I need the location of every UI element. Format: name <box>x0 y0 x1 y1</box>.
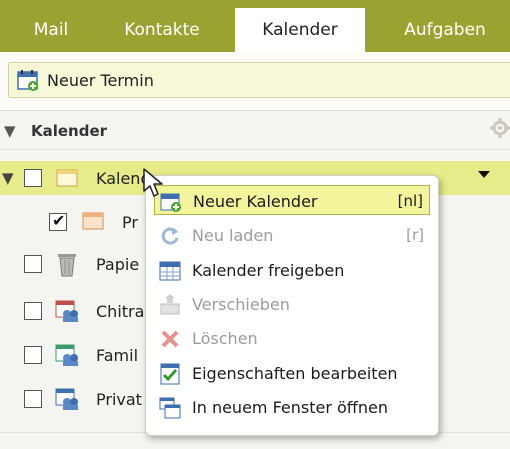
menu-item-label: Verschieben <box>192 295 290 314</box>
menu-item-label: Löschen <box>192 329 258 348</box>
shared-calendar-icon <box>55 299 79 327</box>
context-menu: Neuer Kalender [nl] Neu laden [r] Kalend… <box>145 175 439 436</box>
calendar-checkbox[interactable] <box>24 169 42 187</box>
collapse-triangle-icon[interactable]: ▼ <box>4 122 16 140</box>
calendar-checkbox[interactable] <box>24 390 42 408</box>
calendar-label: Pr <box>122 213 138 232</box>
dropdown-caret-icon[interactable] <box>478 171 490 178</box>
shared-calendar-icon <box>55 343 79 371</box>
tab-aufgaben[interactable]: Aufgaben <box>380 8 510 52</box>
gear-icon[interactable] <box>490 118 510 138</box>
menu-item-move[interactable]: Verschieben <box>154 289 430 319</box>
menu-item-label: Kalender freigeben <box>192 261 345 280</box>
new-event-button[interactable]: Neuer Termin <box>8 62 510 98</box>
share-calendar-icon <box>159 260 181 282</box>
tab-mail[interactable]: Mail <box>18 8 84 52</box>
move-icon <box>159 294 181 316</box>
new-event-label: Neuer Termin <box>47 71 154 90</box>
menu-item-share-calendar[interactable]: Kalender freigeben <box>154 255 430 285</box>
calendar-folder-icon <box>56 168 78 192</box>
delete-icon <box>159 328 181 350</box>
toolbar: Neuer Termin <box>0 52 510 111</box>
tab-kontakte[interactable]: Kontakte <box>104 8 220 52</box>
shared-calendar-icon <box>55 387 79 415</box>
checkmark-icon: ✔ <box>52 211 66 230</box>
trash-icon <box>55 251 79 281</box>
calendar-label: Privat <box>96 390 142 409</box>
calendar-checkbox[interactable] <box>24 302 42 320</box>
new-window-icon <box>159 397 181 419</box>
menu-item-properties[interactable]: Eigenschaften bearbeiten <box>154 358 430 388</box>
menu-item-label: Eigenschaften bearbeiten <box>192 364 398 383</box>
calendar-checkbox[interactable] <box>24 346 42 364</box>
calendar-checkbox[interactable]: ✔ <box>49 211 67 231</box>
menu-item-label: In neuem Fenster öffnen <box>192 398 388 417</box>
mouse-cursor-icon <box>143 168 165 202</box>
tab-kalender[interactable]: Kalender <box>235 8 365 52</box>
calendar-label: Chitra <box>96 302 145 321</box>
menu-item-label: Neuer Kalender <box>193 192 318 211</box>
menu-item-reload[interactable]: Neu laden [r] <box>154 220 430 250</box>
reload-icon <box>159 225 181 247</box>
calendar-checkbox[interactable] <box>24 255 42 273</box>
app-tabbar: Mail Kontakte Kalender Aufgaben <box>0 0 510 52</box>
calendar-folder-icon <box>82 211 104 235</box>
menu-item-shortcut: [nl] <box>397 192 423 210</box>
section-title: Kalender <box>31 122 108 140</box>
menu-item-open-new-window[interactable]: In neuem Fenster öffnen <box>154 392 430 422</box>
calendar-label: Papie <box>96 255 140 274</box>
menu-item-delete[interactable]: Löschen <box>154 323 430 353</box>
new-event-icon <box>16 68 40 96</box>
calendar-label: Famil <box>96 346 139 365</box>
menu-item-shortcut: [r] <box>406 226 424 244</box>
menu-item-label: Neu laden <box>192 226 274 245</box>
expand-triangle-icon[interactable]: ▼ <box>2 169 14 187</box>
menu-item-new-calendar[interactable]: Neuer Kalender [nl] <box>154 185 430 215</box>
calendar-section-header[interactable]: ▼ Kalender <box>0 113 510 150</box>
properties-icon <box>159 363 181 385</box>
